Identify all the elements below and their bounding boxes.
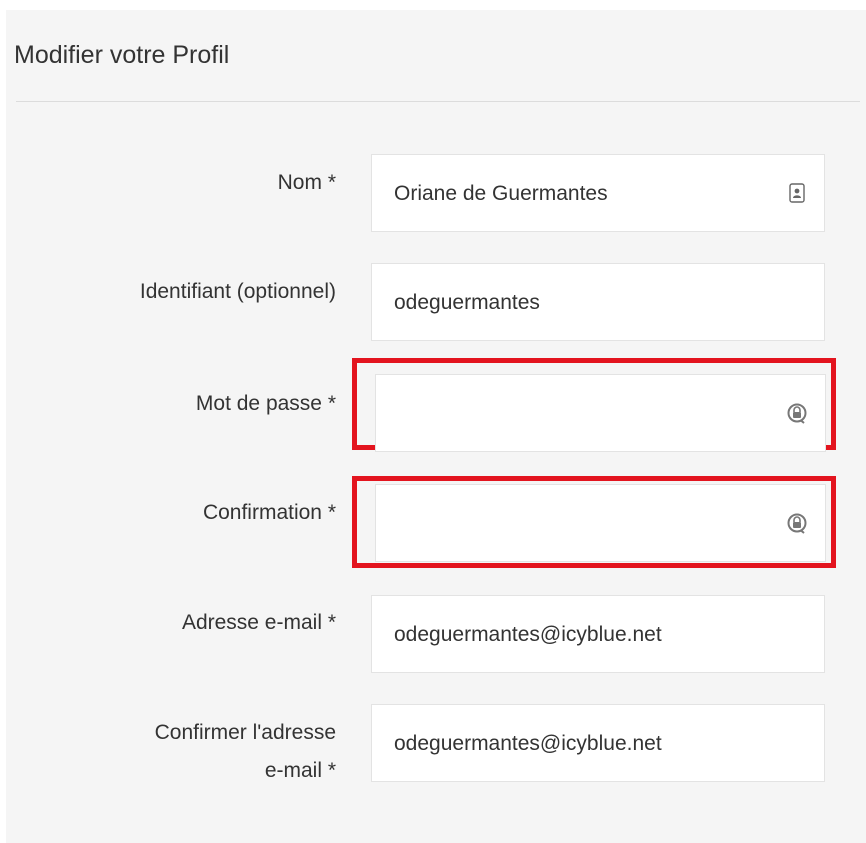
username-field-value: odeguermantes bbox=[394, 291, 540, 314]
password-field[interactable] bbox=[375, 374, 826, 452]
name-field[interactable]: Oriane de Guermantes bbox=[371, 154, 825, 232]
email-confirmation-value: odeguermantes@icyblue.net bbox=[394, 732, 662, 755]
title-divider bbox=[16, 101, 860, 102]
contact-card-icon[interactable] bbox=[788, 183, 806, 203]
username-field[interactable]: odeguermantes bbox=[371, 263, 825, 341]
name-label: Nom * bbox=[277, 171, 336, 194]
email-confirmation-label: Confirmer l'adresse e-mail * bbox=[0, 717, 336, 787]
email-field-value: odeguermantes@icyblue.net bbox=[394, 623, 662, 646]
email-confirmation-field[interactable]: odeguermantes@icyblue.net bbox=[371, 704, 825, 782]
email-label: Adresse e-mail * bbox=[181, 611, 336, 634]
password-manager-icon[interactable] bbox=[787, 512, 807, 534]
name-field-value: Oriane de Guermantes bbox=[394, 182, 608, 205]
username-label: Identifiant (optionnel) bbox=[139, 280, 336, 303]
password-confirmation-field[interactable] bbox=[375, 484, 826, 562]
password-label: Mot de passe * bbox=[195, 392, 336, 415]
confirmation-label: Confirmation * bbox=[202, 501, 336, 524]
email-confirmation-label-line1: Confirmer l'adresse bbox=[154, 721, 336, 744]
password-manager-icon[interactable] bbox=[787, 402, 807, 424]
email-confirmation-label-line2: e-mail * bbox=[264, 759, 336, 782]
page-title: Modifier votre Profil bbox=[14, 41, 230, 69]
email-field[interactable]: odeguermantes@icyblue.net bbox=[371, 595, 825, 673]
